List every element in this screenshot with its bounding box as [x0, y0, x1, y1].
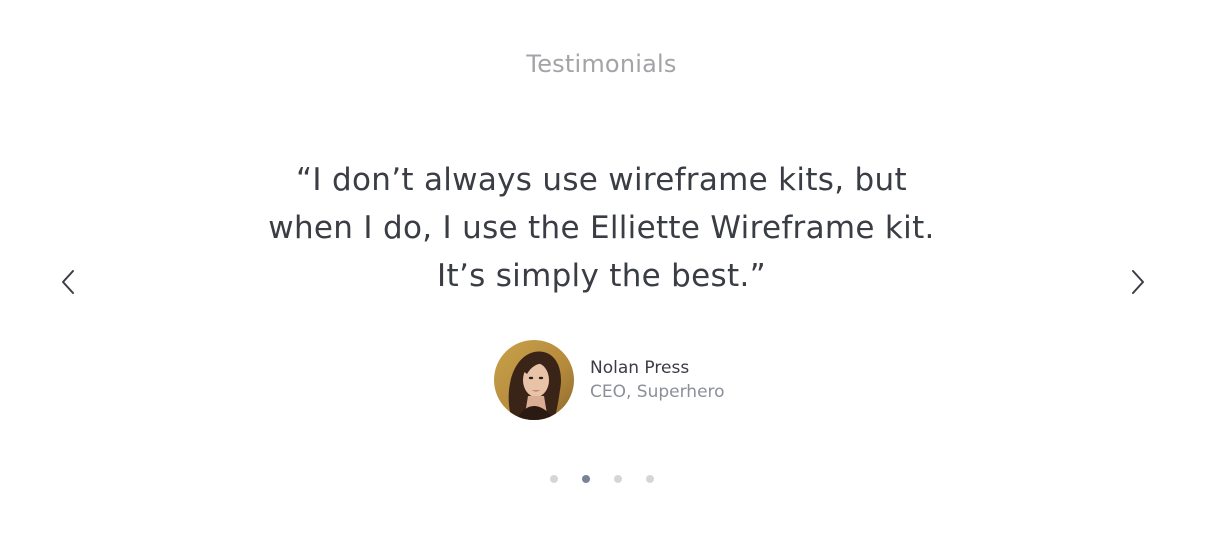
- quote-line: It’s simply the best.”: [437, 258, 766, 294]
- pagination-dot-4[interactable]: [646, 475, 654, 483]
- person-portrait-icon: [494, 340, 574, 420]
- quote-line: when I do, I use the Elliette Wireframe …: [268, 210, 935, 246]
- testimonial-quote: “I don’t always use wireframe kits, but …: [250, 156, 953, 300]
- author-name: Nolan Press: [590, 358, 690, 378]
- section-title: Testimonials: [526, 50, 677, 78]
- chevron-right-icon: [1130, 269, 1146, 299]
- pagination-dot-1[interactable]: [550, 475, 558, 483]
- pagination-dot-2[interactable]: [582, 475, 590, 483]
- next-button[interactable]: [1122, 268, 1154, 300]
- author-info: Nolan Press CEO, Superhero: [590, 356, 725, 404]
- quote-line: “I don’t always use wireframe kits, but: [296, 162, 907, 198]
- author-role: CEO, Superhero: [590, 382, 725, 402]
- carousel-pagination: [550, 475, 654, 483]
- pagination-dot-3[interactable]: [614, 475, 622, 483]
- chevron-left-icon: [60, 269, 76, 299]
- avatar: [494, 340, 574, 420]
- previous-button[interactable]: [52, 268, 84, 300]
- testimonial-author: Nolan Press CEO, Superhero: [494, 340, 725, 420]
